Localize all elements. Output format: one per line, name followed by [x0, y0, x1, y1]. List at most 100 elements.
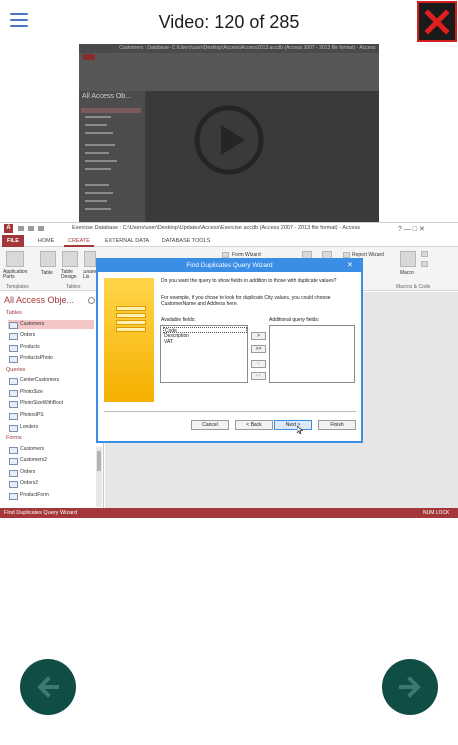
- nav-section-tables[interactable]: Tables: [6, 310, 22, 316]
- nav-pane-scrollbar[interactable]: [96, 447, 102, 507]
- nav-section-forms[interactable]: Forms: [6, 435, 22, 441]
- nav-item-table[interactable]: Customers: [8, 320, 94, 329]
- access-screenshot: A Exercise Database : C:\Users\user\Desk…: [0, 222, 458, 518]
- macros-code-group-label: Macros & Code: [396, 284, 431, 290]
- top-bar: Video: 120 of 285: [0, 0, 458, 44]
- nav-item-query[interactable]: Londers: [8, 423, 94, 432]
- play-button[interactable]: [194, 105, 264, 175]
- additional-fields-label: Additional query fields:: [269, 317, 320, 323]
- dialog-example-text: For example, if you chose to look for du…: [161, 295, 331, 307]
- tab-database-tools[interactable]: DATABASE TOOLS: [158, 235, 214, 247]
- nav-item-query[interactable]: CenterCustomers: [8, 376, 94, 385]
- arrow-right-icon: [399, 676, 421, 698]
- sharepoint-lists-icon[interactable]: [84, 251, 96, 267]
- thumbnail-nav-heading: All Access Ob...: [82, 93, 132, 100]
- tab-create[interactable]: CREATE: [64, 235, 94, 247]
- application-parts-icon[interactable]: [6, 251, 24, 267]
- thumbnail-row: [85, 192, 113, 194]
- additional-fields-list[interactable]: [269, 325, 355, 383]
- close-button[interactable]: [417, 1, 457, 42]
- navigation-pane: All Access Obje... Tables Customers Orde…: [0, 292, 104, 508]
- tables-group-label: Tables: [66, 284, 81, 290]
- nav-pane-toggle-icon[interactable]: [88, 297, 95, 304]
- list-item[interactable]: VAT: [163, 339, 247, 345]
- play-icon: [194, 105, 264, 175]
- nav-item-form[interactable]: Orders2: [8, 479, 94, 488]
- available-fields-list[interactable]: Code Description VAT: [160, 325, 248, 383]
- nav-item-query[interactable]: PhotoSizeWithBoot: [8, 399, 94, 408]
- nav-item-form[interactable]: ProductForm: [8, 491, 94, 500]
- num-lock-indicator: NUM LOCK: [423, 510, 450, 516]
- undo-icon[interactable]: [28, 226, 34, 231]
- nav-item-form[interactable]: Orders: [8, 468, 94, 477]
- access-logo-icon: A: [4, 224, 13, 233]
- redo-icon[interactable]: [38, 226, 44, 231]
- thumbnail-ribbon: [79, 53, 379, 91]
- templates-group-label: Templates: [6, 284, 29, 290]
- back-button[interactable]: < Back: [235, 420, 273, 430]
- dialog-title: Find Duplicates Query Wizard: [186, 262, 273, 269]
- table-icon[interactable]: [40, 251, 56, 267]
- remove-field-button[interactable]: <: [251, 360, 266, 368]
- mouse-cursor-icon: [297, 426, 303, 434]
- class-module-icon[interactable]: [421, 261, 428, 267]
- thumbnail-row: [85, 144, 115, 146]
- nav-item-table[interactable]: Orders: [8, 331, 94, 340]
- table-label: Table: [41, 270, 53, 276]
- thumbnail-row: [85, 168, 111, 170]
- thumbnail-row: [85, 200, 107, 202]
- save-icon[interactable]: [18, 226, 24, 231]
- ribbon-tabs: FILE HOME CREATE EXTERNAL DATA DATABASE …: [0, 235, 458, 247]
- nav-item-table[interactable]: ProductsPhoto: [8, 354, 94, 363]
- thumbnail-row: [85, 116, 111, 118]
- thumbnail-row: [85, 208, 111, 210]
- status-bar: Find Duplicates Query Wizard NUM LOCK: [0, 508, 458, 518]
- table-design-icon[interactable]: [62, 251, 78, 267]
- tab-external-data[interactable]: EXTERNAL DATA: [100, 235, 154, 247]
- thumbnail-window-title: Customers : Database- C:\Users\user\Desk…: [119, 45, 376, 51]
- macro-icon[interactable]: [400, 251, 416, 267]
- thumbnail-row: [85, 124, 107, 126]
- module-icon[interactable]: [421, 251, 428, 257]
- find-duplicates-wizard-dialog: Find Duplicates Query Wizard ✕ Do you wa…: [96, 258, 363, 443]
- add-field-button[interactable]: >: [251, 332, 266, 340]
- close-icon: [424, 8, 450, 35]
- tab-home[interactable]: HOME: [34, 235, 58, 247]
- nav-item-query[interactable]: PhotoSize: [8, 388, 94, 397]
- application-parts-label: Application Parts: [3, 269, 28, 280]
- video-player-screen: Video: 120 of 285 Customers : Database- …: [0, 0, 458, 745]
- nav-item-form[interactable]: Customers2: [8, 456, 94, 465]
- dialog-divider: [104, 411, 356, 412]
- nav-item-form[interactable]: Customers: [8, 445, 94, 454]
- thumbnail-file-tab: [83, 54, 95, 60]
- tab-file[interactable]: FILE: [2, 235, 24, 247]
- table-grid-icon: [116, 306, 146, 340]
- window-controls[interactable]: ? — □ ✕: [398, 225, 425, 233]
- thumbnail-selected-row: [81, 108, 141, 113]
- add-all-fields-button[interactable]: >>: [251, 345, 266, 353]
- previous-video-button[interactable]: [20, 659, 76, 715]
- thumbnail-row: [85, 184, 109, 186]
- close-icon[interactable]: ✕: [347, 261, 353, 269]
- nav-item-query[interactable]: PhotosIPS: [8, 411, 94, 420]
- dialog-titlebar[interactable]: Find Duplicates Query Wizard ✕: [98, 260, 361, 272]
- remove-all-fields-button[interactable]: <<: [251, 372, 266, 380]
- wizard-illustration: [104, 278, 154, 402]
- next-button[interactable]: Next >: [274, 420, 312, 430]
- available-fields-label: Available fields:: [161, 317, 196, 323]
- dialog-intro-text: Do you want the query to show fields in …: [161, 278, 337, 284]
- cancel-button[interactable]: Cancel: [191, 420, 229, 430]
- macro-label: Macro: [400, 270, 414, 276]
- app-window-title: Exercise Database : C:\Users\user\Deskto…: [72, 225, 360, 231]
- next-video-button[interactable]: [382, 659, 438, 715]
- table-design-label: Table Design: [61, 269, 77, 280]
- thumbnail-row: [85, 152, 109, 154]
- nav-section-queries[interactable]: Queries: [6, 367, 25, 373]
- status-text: Find Duplicates Query Wizard: [4, 510, 78, 516]
- sharepoint-lists-label: Share Lis: [83, 270, 97, 280]
- finish-button[interactable]: Finish: [318, 420, 356, 430]
- video-title: Video: 120 of 285: [158, 12, 300, 32]
- nav-item-table[interactable]: Products: [8, 343, 94, 352]
- nav-pane-heading[interactable]: All Access Obje...: [4, 295, 74, 305]
- quick-access-toolbar: A Exercise Database : C:\Users\user\Desk…: [0, 223, 458, 235]
